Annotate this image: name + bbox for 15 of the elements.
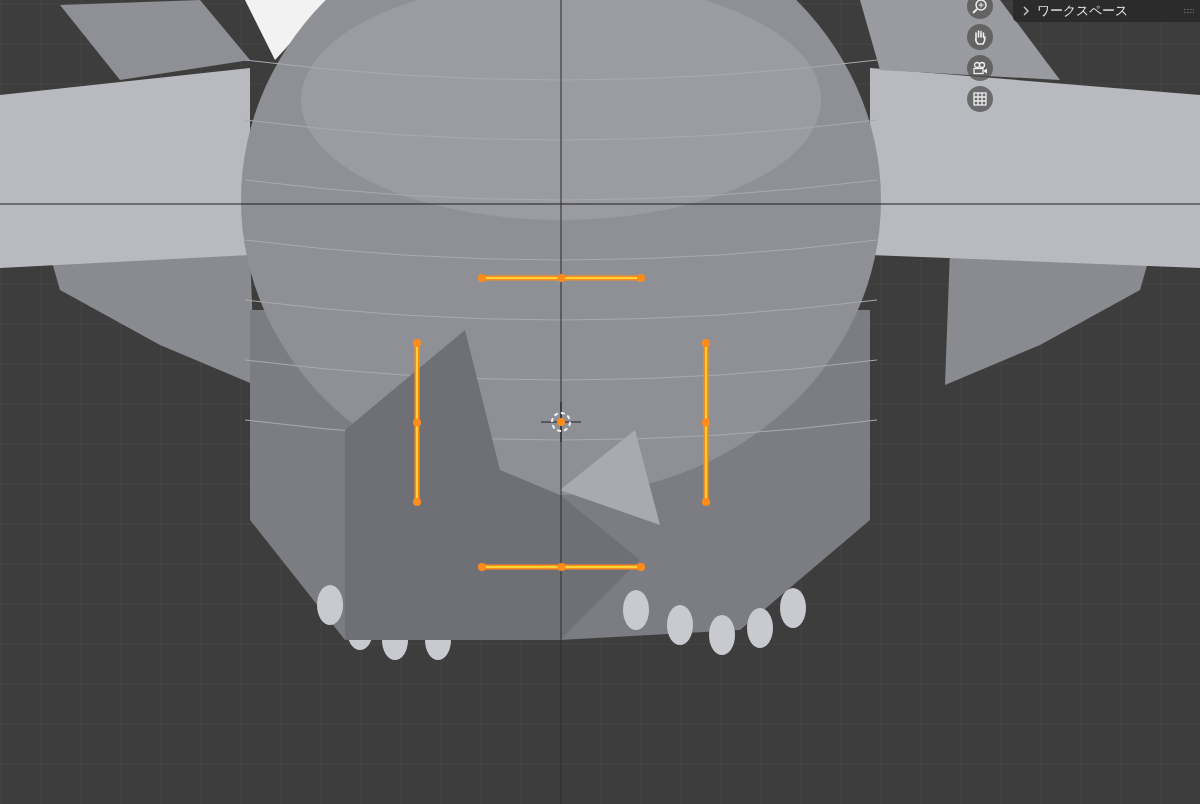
3d-cursor-icon (540, 401, 582, 443)
claw (747, 608, 773, 648)
panel-title: ワークスペース (1037, 2, 1129, 20)
transform-handle[interactable] (478, 274, 645, 282)
claw (317, 585, 343, 625)
claw (623, 590, 649, 630)
drag-handle-icon[interactable] (1184, 8, 1194, 14)
transform-handle[interactable] (702, 339, 710, 506)
claw (709, 615, 735, 655)
transform-handle[interactable] (478, 563, 645, 571)
claw (667, 605, 693, 645)
transform-handle[interactable] (413, 339, 421, 506)
claw (780, 588, 806, 628)
panel-header[interactable]: ワークスペース (1013, 0, 1200, 22)
3d-viewport[interactable]: ワークスペース (0, 0, 1200, 804)
